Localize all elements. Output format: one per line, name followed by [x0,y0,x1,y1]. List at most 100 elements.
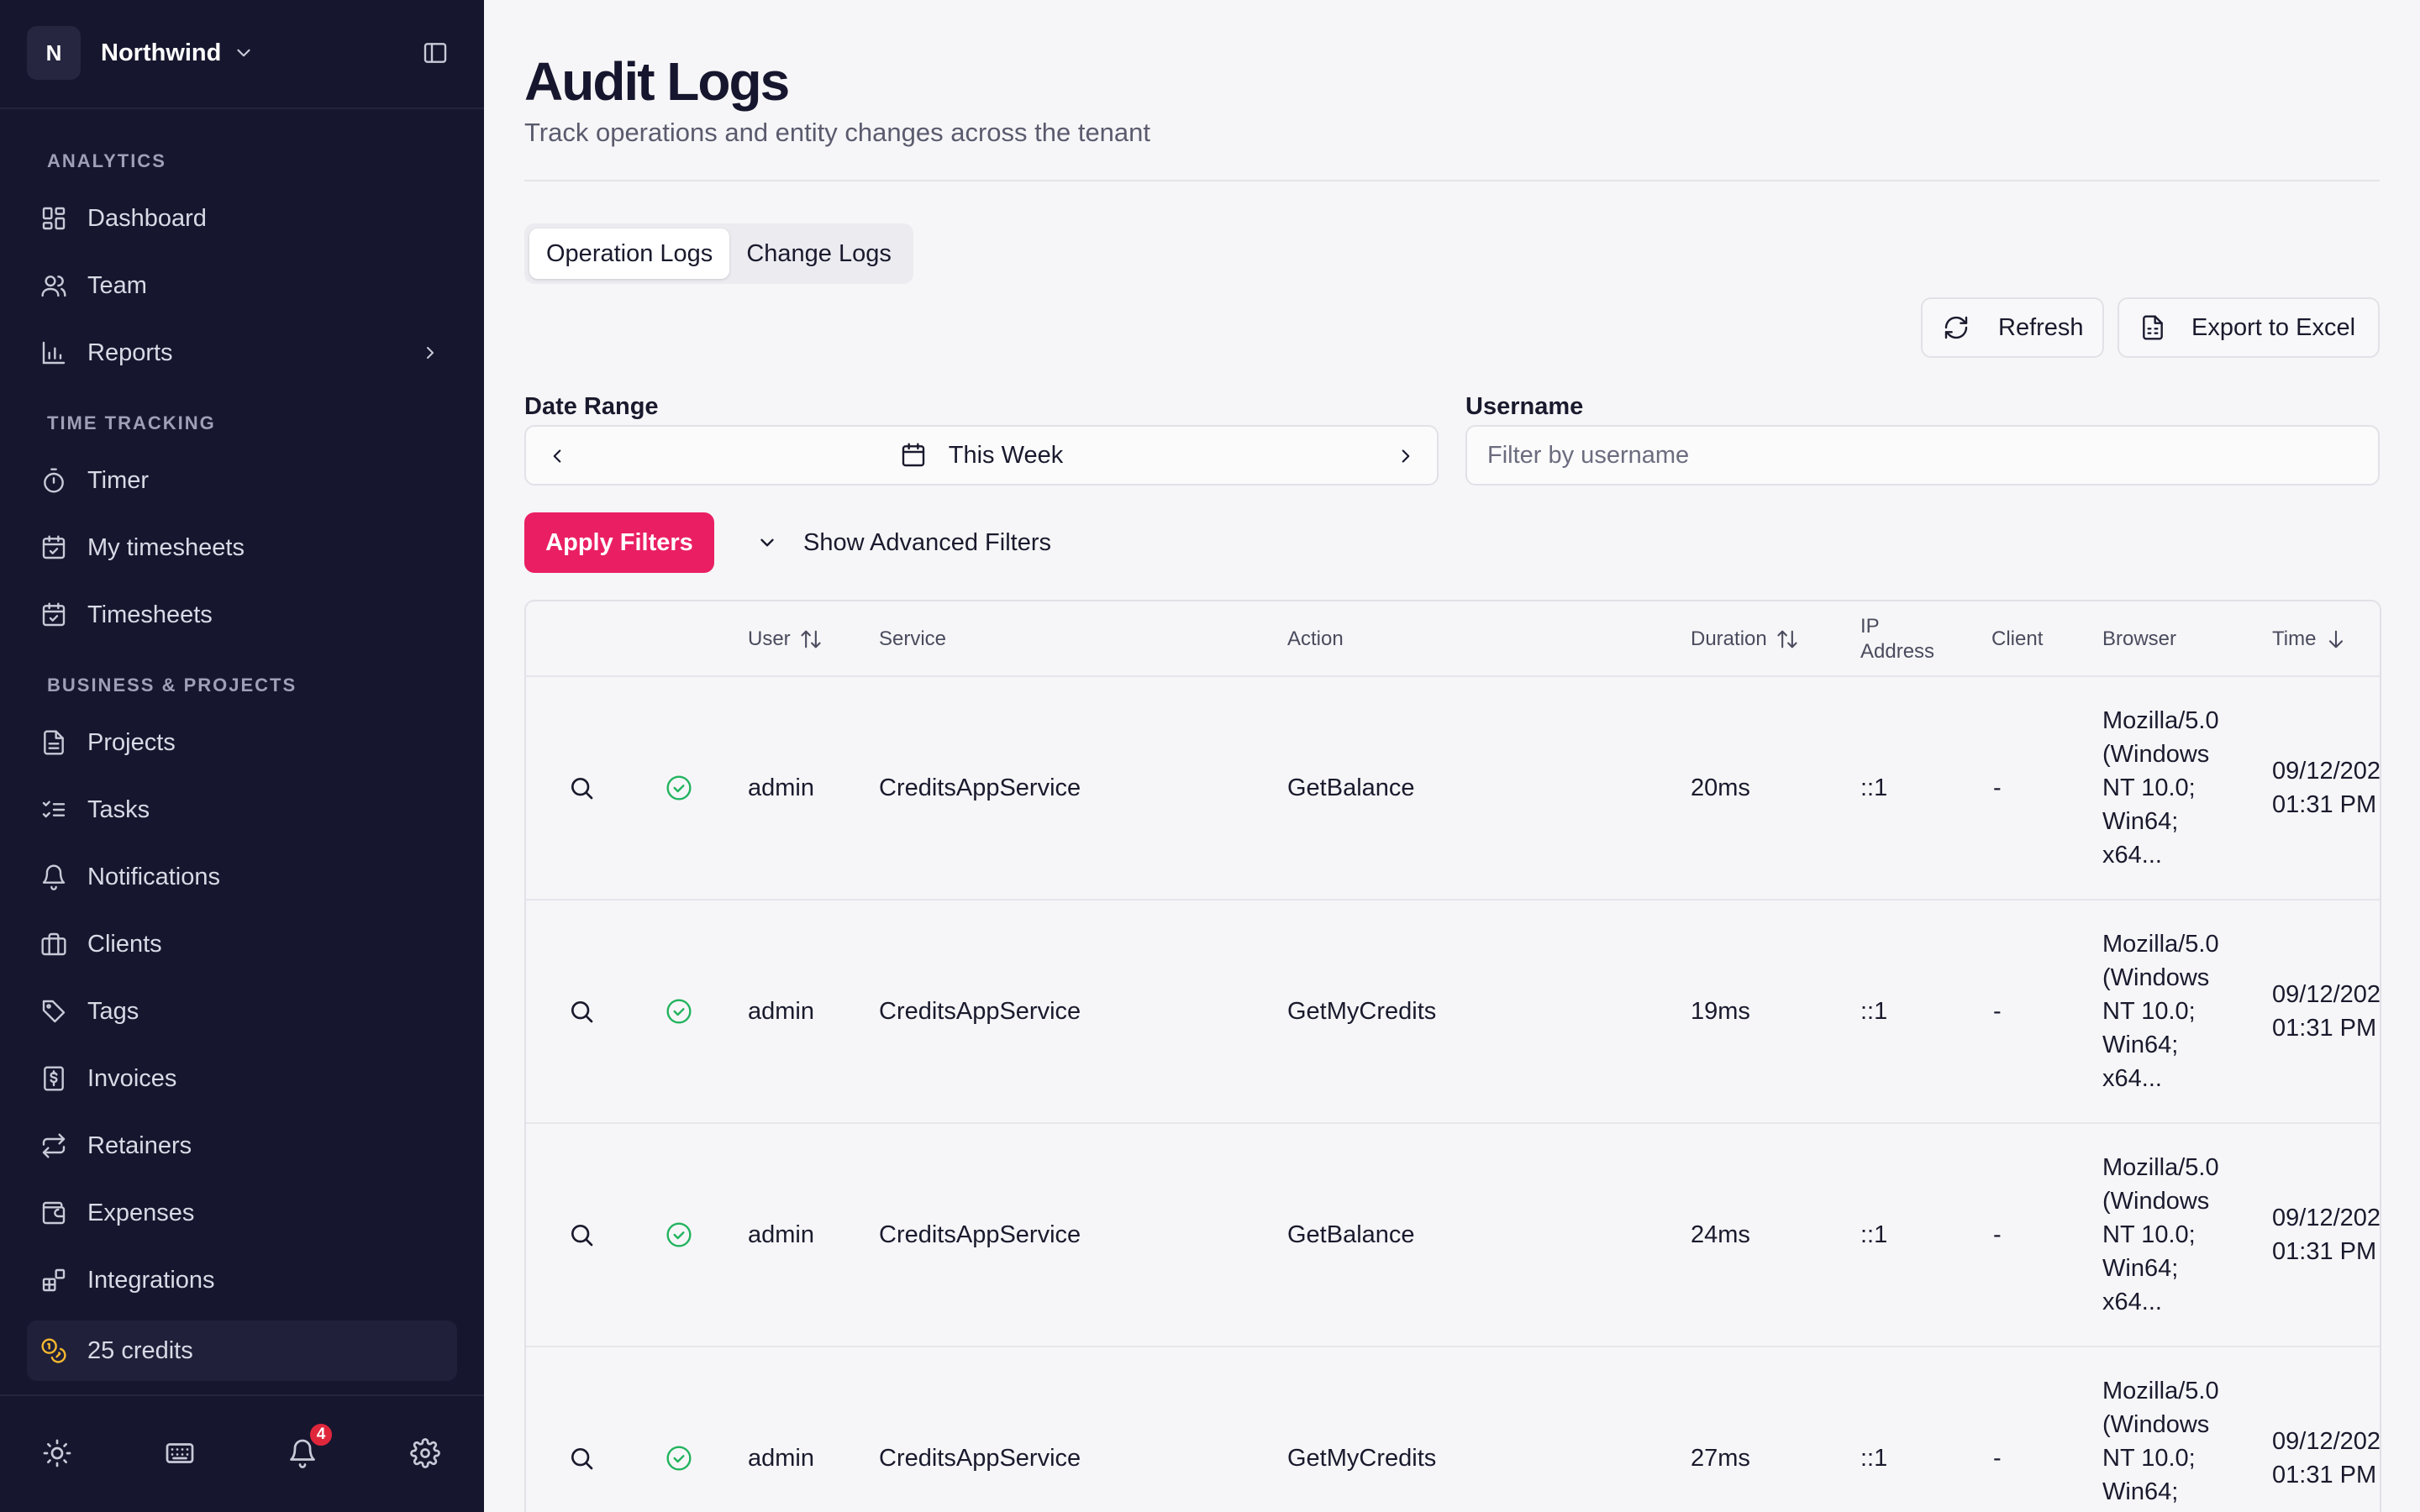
sidebar-divider [0,108,484,109]
bell-icon [42,864,66,890]
action-cell: GetMyCredits [1287,998,1437,1025]
view-details-button[interactable] [568,1347,595,1512]
column-label: User [748,627,791,650]
user-cell: admin [748,998,814,1025]
chevron-right-icon[interactable] [1395,445,1417,467]
time-text: 01:31 PM [2272,1015,2377,1042]
tenant-name: Northwind [101,39,222,66]
section-time-tracking: TIME TRACKING [47,412,216,433]
service-cell: CreditsAppService [879,774,1081,801]
calendar-check-icon [42,535,66,559]
user-cell: admin [748,774,814,801]
time-cell: 09/12/2025 01:31 PM [2272,677,2380,899]
sidebar-item-projects[interactable]: Projects [27,709,457,776]
sidebar-item-label: Timesheets [87,601,213,628]
table-header: User Service Action Duration IP Address … [526,601,2380,677]
sidebar-item-integrations[interactable]: Integrations [27,1247,457,1314]
sidebar-item-label: Team [87,271,147,299]
browser-cell: Mozilla/5.0 (Windows NT 10.0; Win64; x64… [2102,1378,2219,1505]
view-details-button[interactable] [568,677,595,899]
username-input[interactable] [1465,425,2380,486]
sidebar-item-label: My timesheets [87,533,245,561]
check-circle-icon [666,999,692,1024]
user-cell: admin [748,1221,814,1248]
column-time[interactable]: Time [2272,601,2348,677]
calendar-icon [902,443,924,467]
view-details-button[interactable] [568,900,595,1122]
tab-change-logs[interactable]: Change Logs [729,228,908,279]
browser-cell: Mozilla/5.0 (Windows NT 10.0; Win64; x64… [2102,1154,2219,1315]
apply-filters-button[interactable]: Apply Filters [524,512,714,573]
column-duration[interactable]: Duration [1691,601,1799,677]
table-row: admin CreditsAppService GetBalance 20ms::1 -… [526,677,2380,900]
credits-label: 25 credits [87,1336,193,1364]
main-content: Audit Logs Track operations and entity c… [484,0,2420,1512]
sidebar-item-label: Dashboard [87,204,207,232]
sidebar-item-label: Invoices [87,1064,177,1092]
client-cell: - [1993,1445,2002,1472]
date-text: 09/12/2025 [2272,1428,2381,1455]
date-range-display[interactable]: This Week [526,427,1437,484]
browser-cell: Mozilla/5.0 (Windows NT 10.0; Win64; x64… [2102,931,2219,1092]
column-user[interactable]: User [748,601,823,677]
date-text: 09/12/2025 [2272,1205,2381,1231]
keyboard-icon[interactable] [165,1438,195,1468]
table-row: admin CreditsAppService GetMyCredits 19ms::… [526,900,2380,1124]
time-cell: 09/12/2025 01:31 PM [2272,900,2380,1122]
client-cell: - [1993,998,2002,1025]
view-details-button[interactable] [568,1124,595,1346]
sort-icon [1777,630,1797,648]
client-cell: - [1993,774,2002,801]
sidebar-item-tasks[interactable]: Tasks [27,776,457,843]
sidebar-nav: ANALYTICS Dashboard Team Reports TIME TR… [27,138,457,1381]
page-subtitle: Track operations and entity changes acro… [524,118,1151,147]
ip-cell: ::1 [1860,1445,1888,1472]
sidebar-item-reports[interactable]: Reports [27,319,457,386]
tenant-switcher[interactable]: N Northwind [27,25,255,81]
sidebar-item-tags[interactable]: Tags [27,978,457,1045]
sidebar-item-label: Projects [87,728,176,756]
refresh-icon [1944,316,1968,339]
sidebar-item-clients[interactable]: Clients [27,911,457,978]
export-excel-button[interactable]: Export to Excel [2118,297,2380,358]
column-client: Client [1991,627,2044,650]
action-cell: GetBalance [1287,1221,1415,1248]
status-cell [666,1124,692,1346]
dashboard-icon [42,207,66,230]
table-row: admin CreditsAppService GetMyCredits 27ms::… [526,1347,2381,1512]
search-icon [571,1001,593,1023]
advanced-filters-toggle[interactable]: Show Advanced Filters [756,512,1051,573]
duration-cell: 27ms [1691,1445,1750,1472]
ip-cell: ::1 [1860,998,1888,1025]
sidebar-item-timesheets[interactable]: Timesheets [27,581,457,648]
gear-icon[interactable] [410,1438,440,1468]
date-range-label: Date Range [524,393,659,420]
sidebar: N Northwind ANALYTICS Dashboard Team Rep… [0,0,484,1512]
sidebar-item-timer[interactable]: Timer [27,447,457,514]
list-checks-icon [42,801,66,818]
tenant-avatar: N [27,26,81,80]
sidebar-item-my-timesheets[interactable]: My timesheets [27,514,457,581]
tab-operation-logs[interactable]: Operation Logs [529,228,730,279]
sidebar-item-dashboard[interactable]: Dashboard [27,185,457,252]
file-text-icon [44,730,64,755]
sidebar-toggle-icon[interactable] [422,39,449,66]
date-range-picker: This Week [524,425,1439,486]
service-cell: CreditsAppService [879,998,1081,1025]
sidebar-item-notifications[interactable]: Notifications [27,843,457,911]
column-browser: Browser [2102,627,2177,650]
sidebar-item-retainers[interactable]: Retainers [27,1112,457,1179]
wallet-icon [42,1201,66,1225]
sort-icon [801,630,821,648]
sidebar-item-invoices[interactable]: Invoices [27,1045,457,1112]
sun-icon[interactable] [42,1438,72,1468]
column-label: IP [1860,615,1880,638]
sidebar-item-team[interactable]: Team [27,252,457,319]
username-label: Username [1465,393,1584,420]
status-cell [666,677,692,899]
service-cell: CreditsAppService [879,1445,1081,1472]
credits-balance[interactable]: 25 credits [27,1320,457,1381]
sidebar-item-label: Timer [87,466,150,494]
refresh-button[interactable]: Refresh [1921,297,2104,358]
sidebar-item-expenses[interactable]: Expenses [27,1179,457,1247]
